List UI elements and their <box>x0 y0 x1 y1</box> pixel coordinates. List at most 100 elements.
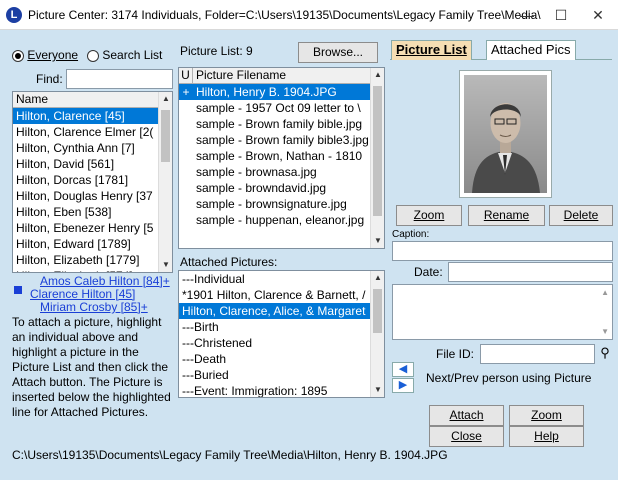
radio-search-list[interactable]: Search List <box>87 48 162 62</box>
help-button[interactable]: Help <box>509 426 584 447</box>
picture-list-item[interactable]: sample - 1957 Oct 09 letter to \ <box>179 100 370 116</box>
scroll-thumb[interactable] <box>373 86 382 216</box>
attached-picture-item[interactable]: *1901 Hilton, Clarence & Barnett, / <box>179 287 370 303</box>
used-marker <box>179 132 193 148</box>
names-scrollbar[interactable]: ▲ ▼ <box>158 92 172 272</box>
picture-preview-frame <box>459 70 552 198</box>
rename-button[interactable]: Rename <box>468 205 545 226</box>
maximize-button[interactable]: ☐ <box>547 4 575 26</box>
attached-scrollbar[interactable]: ▲ ▼ <box>370 271 384 397</box>
used-marker <box>179 116 193 132</box>
name-list-item[interactable]: Hilton, Edward [1789] <box>13 236 158 252</box>
col-filename-header[interactable]: Picture Filename <box>193 68 286 83</box>
picture-list-item[interactable]: sample - brownsignature.jpg <box>179 196 370 212</box>
attached-picture-item[interactable]: Hilton, Clarence, Alice, & Margaret <box>179 303 370 319</box>
binoculars-search-icon[interactable]: ⚲ <box>597 345 613 361</box>
help-label: Help <box>534 429 559 443</box>
instructions-text: To attach a picture, highlight an indivi… <box>12 315 171 419</box>
picture-list-item[interactable]: sample - browndavid.jpg <box>179 180 370 196</box>
picture-list-item[interactable]: sample - brownasa.jpg <box>179 164 370 180</box>
prev-person-arrow-icon[interactable]: ◀ <box>392 362 414 377</box>
name-list-item[interactable]: Hilton, Clarence [45] <box>13 108 158 124</box>
find-label: Find: <box>36 72 63 86</box>
notes-scroll-up-icon[interactable]: ▲ <box>601 288 609 297</box>
radio-search-indicator[interactable] <box>87 49 99 62</box>
name-list-item[interactable]: Hilton, Cynthia Ann [7] <box>13 140 158 156</box>
notes-scroll-down-icon[interactable]: ▼ <box>601 327 609 336</box>
used-marker <box>179 180 193 196</box>
picture-list-scrollbar[interactable]: ▲ ▼ <box>370 68 384 248</box>
portrait-photo <box>464 75 547 193</box>
used-marker <box>179 196 193 212</box>
picture-list-item[interactable]: sample - huppenan, eleanor.jpg <box>179 212 370 228</box>
picture-filename: sample - huppenan, eleanor.jpg <box>196 213 365 227</box>
picture-filename: sample - brownasa.jpg <box>196 165 317 179</box>
notes-textarea[interactable]: ▲ ▼ <box>392 284 613 340</box>
scroll-up-icon[interactable]: ▲ <box>371 68 384 82</box>
picture-filename: sample - browndavid.jpg <box>196 181 327 195</box>
attached-picture-item[interactable]: ---Birth <box>179 319 370 335</box>
scroll-thumb[interactable] <box>161 110 170 162</box>
close-button[interactable]: ✕ <box>584 4 612 26</box>
attached-picture-item[interactable]: ---Event: Immigration: 1895 <box>179 383 370 397</box>
minimize-button[interactable]: — <box>513 4 541 26</box>
browse-button[interactable]: Browse... <box>298 42 378 63</box>
father-link[interactable]: Amos Caleb Hilton [84]+ <box>40 274 170 288</box>
date-label: Date: <box>414 265 443 279</box>
scroll-down-icon[interactable]: ▼ <box>159 258 172 272</box>
name-list-item[interactable]: Hilton, Douglas Henry [37 <box>13 188 158 204</box>
attached-pictures-label: Attached Pictures: <box>180 255 278 269</box>
used-marker <box>179 100 193 116</box>
radio-search-label: Search List <box>102 48 163 62</box>
find-input[interactable] <box>66 69 173 89</box>
scroll-down-icon[interactable]: ▼ <box>371 234 384 248</box>
delete-label: Delete <box>563 208 599 222</box>
self-link[interactable]: Clarence Hilton [45] <box>30 287 135 301</box>
name-list-item[interactable]: Hilton, Elizabeth [1779] <box>13 252 158 268</box>
mother-link[interactable]: Miriam Crosby [85]+ <box>40 300 148 314</box>
legacy-app-icon: L <box>6 7 22 23</box>
date-input[interactable] <box>448 262 613 282</box>
tab-picture-list[interactable]: Picture List <box>391 40 472 60</box>
picture-list[interactable]: U Picture Filename + Hilton, Henry B. 190… <box>178 67 385 249</box>
name-list-item[interactable]: Hilton, Dorcas [1781] <box>13 172 158 188</box>
name-list-item[interactable]: Hilton, Ebenezer Henry [5 <box>13 220 158 236</box>
name-list-item[interactable]: Hilton, David [561] <box>13 156 158 172</box>
radio-everyone-indicator[interactable] <box>12 49 24 62</box>
names-list[interactable]: Name Hilton, Clarence [45] Hilton, Claren… <box>12 91 173 273</box>
file-id-input[interactable] <box>480 344 595 364</box>
zoom-picture-button[interactable]: Zoom <box>396 205 462 226</box>
scroll-up-icon[interactable]: ▲ <box>159 92 172 106</box>
close-dialog-button[interactable]: Close <box>429 426 504 447</box>
name-list-item[interactable]: Hilton, Clarence Elmer [2( <box>13 124 158 140</box>
name-list-item[interactable]: Hilton, Elizabeth [574] <box>13 268 158 272</box>
col-u-header[interactable]: U <box>179 68 193 83</box>
picture-list-item[interactable]: sample - Brown family bible.jpg <box>179 116 370 132</box>
close-dialog-label: Close <box>451 429 482 443</box>
picture-list-item[interactable]: + Hilton, Henry B. 1904.JPG <box>179 84 370 100</box>
radio-everyone-label: Everyone <box>27 48 79 62</box>
zoom-label: Zoom <box>531 408 562 422</box>
attach-button[interactable]: Attach <box>429 405 504 426</box>
names-header[interactable]: Name <box>13 92 158 108</box>
delete-button[interactable]: Delete <box>549 205 613 226</box>
attached-picture-item[interactable]: ---Christened <box>179 335 370 351</box>
radio-everyone[interactable]: Everyone <box>12 48 78 62</box>
caption-input[interactable] <box>392 241 613 261</box>
name-list-item[interactable]: Hilton, Eben [538] <box>13 204 158 220</box>
picture-list-item[interactable]: sample - Brown, Nathan - 1810 <box>179 148 370 164</box>
picture-list-item[interactable]: sample - Brown family bible3.jpg <box>179 132 370 148</box>
scroll-up-icon[interactable]: ▲ <box>371 271 384 285</box>
zoom-button[interactable]: Zoom <box>509 405 584 426</box>
used-marker <box>179 148 193 164</box>
caption-label: Caption: <box>392 229 430 240</box>
attached-picture-item[interactable]: ---Individual <box>179 271 370 287</box>
next-person-arrow-icon[interactable]: ▶ <box>392 378 414 393</box>
attached-pictures-list[interactable]: ---Individual *1901 Hilton, Clarence & Ba… <box>178 270 385 398</box>
scroll-thumb[interactable] <box>373 289 382 333</box>
picture-filename: sample - Brown family bible3.jpg <box>196 133 369 147</box>
tab-attached-pics[interactable]: Attached Pics <box>486 40 576 60</box>
scroll-down-icon[interactable]: ▼ <box>371 383 384 397</box>
attached-picture-item[interactable]: ---Buried <box>179 367 370 383</box>
attached-picture-item[interactable]: ---Death <box>179 351 370 367</box>
